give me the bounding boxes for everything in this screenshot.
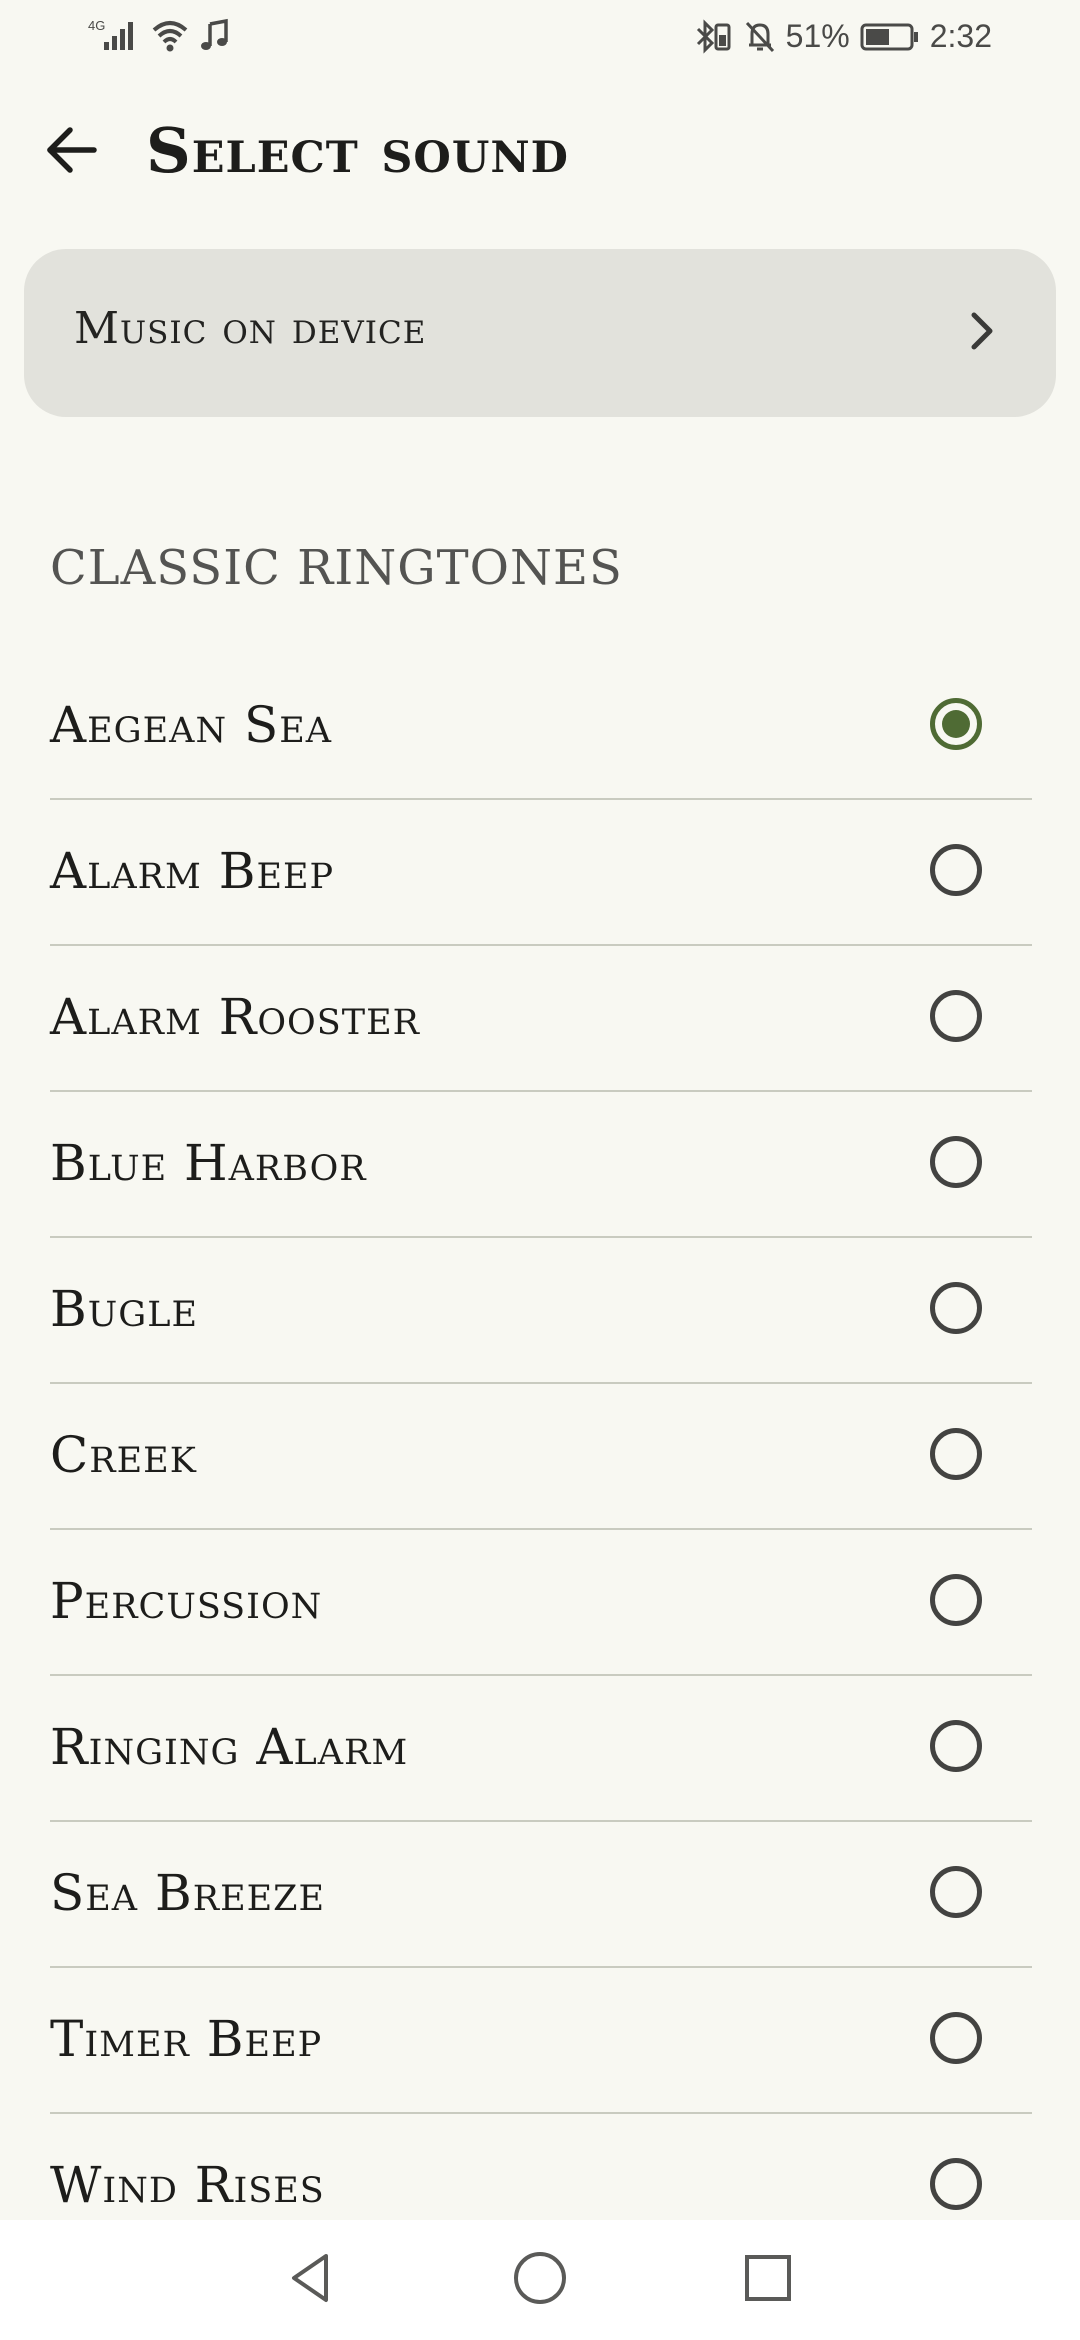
battery-percent: 51% (785, 18, 850, 54)
bluetooth-icon (694, 18, 734, 55)
home-circle-icon (510, 2248, 570, 2312)
radio-button-selected[interactable] (930, 698, 982, 750)
radio-button[interactable] (930, 1428, 982, 1480)
ringtone-item[interactable]: Sea Breeze (50, 1822, 1032, 1968)
recents-square-icon (738, 2248, 798, 2312)
ringtone-label: Alarm Beep (50, 842, 335, 900)
radio-button[interactable] (930, 844, 982, 896)
radio-button[interactable] (930, 2158, 982, 2210)
music-note-icon (200, 18, 230, 54)
ringtone-label: Bugle (50, 1280, 198, 1338)
nav-back-button[interactable] (272, 2242, 348, 2318)
signal-icon: 4G (88, 18, 140, 54)
ringtone-label: Ringing Alarm (50, 1718, 409, 1776)
battery-icon (860, 19, 920, 55)
ringtone-label: Percussion (50, 1572, 323, 1630)
ringtone-list: Aegean Sea Alarm Beep Alarm Rooster Blue Ha… (50, 654, 1032, 2260)
ringtone-item[interactable]: Blue Harbor (50, 1092, 1032, 1238)
ringtone-item[interactable]: Ringing Alarm (50, 1676, 1032, 1822)
music-on-device-button[interactable]: Music on device (24, 249, 1056, 417)
ringtone-label: Creek (50, 1426, 197, 1484)
nav-recents-button[interactable] (730, 2242, 806, 2318)
radio-button[interactable] (930, 990, 982, 1042)
back-triangle-icon (280, 2248, 340, 2312)
top-app-bar: Select sound (0, 100, 1080, 204)
clock-time: 2:32 (929, 18, 992, 54)
radio-button[interactable] (930, 1282, 982, 1334)
music-on-device-label: Music on device (74, 303, 427, 354)
ringtone-item[interactable]: Alarm Rooster (50, 946, 1032, 1092)
back-button[interactable] (36, 120, 108, 184)
ringtone-label: Aegean Sea (50, 696, 333, 754)
nav-home-button[interactable] (502, 2242, 578, 2318)
status-left-icons: 4G (88, 18, 230, 54)
radio-button[interactable] (930, 1136, 982, 1188)
radio-button[interactable] (930, 1866, 982, 1918)
ringtone-label: Blue Harbor (50, 1134, 367, 1192)
ringtone-label: Sea Breeze (50, 1864, 326, 1922)
section-header-classic-ringtones: CLASSIC RINGTONES (50, 540, 623, 596)
ringtone-item[interactable]: Creek (50, 1384, 1032, 1530)
wifi-icon (150, 18, 190, 54)
ringtone-label: Wind Rises (50, 2156, 325, 2214)
radio-button[interactable] (930, 2012, 982, 2064)
network-type-label: 4G (88, 18, 105, 33)
ringtone-label: Alarm Rooster (50, 988, 420, 1046)
chevron-right-icon (968, 309, 998, 357)
ringtone-item[interactable]: Percussion (50, 1530, 1032, 1676)
status-bar: 4G 51% 2:32 (0, 0, 1080, 80)
ringtone-item[interactable]: Timer Beep (50, 1968, 1032, 2114)
back-arrow-icon (44, 122, 100, 182)
page-title: Select sound (146, 114, 569, 187)
ringtone-item[interactable]: Aegean Sea (50, 654, 1032, 800)
ringtone-item[interactable]: Alarm Beep (50, 800, 1032, 946)
ringtone-label: Timer Beep (50, 2010, 323, 2068)
status-right-icons: 51% 2:32 (694, 18, 992, 55)
radio-button[interactable] (930, 1720, 982, 1772)
radio-button[interactable] (930, 1574, 982, 1626)
ringtone-item[interactable]: Bugle (50, 1238, 1032, 1384)
muted-bell-icon (744, 19, 776, 55)
system-navigation-bar (0, 2220, 1080, 2340)
